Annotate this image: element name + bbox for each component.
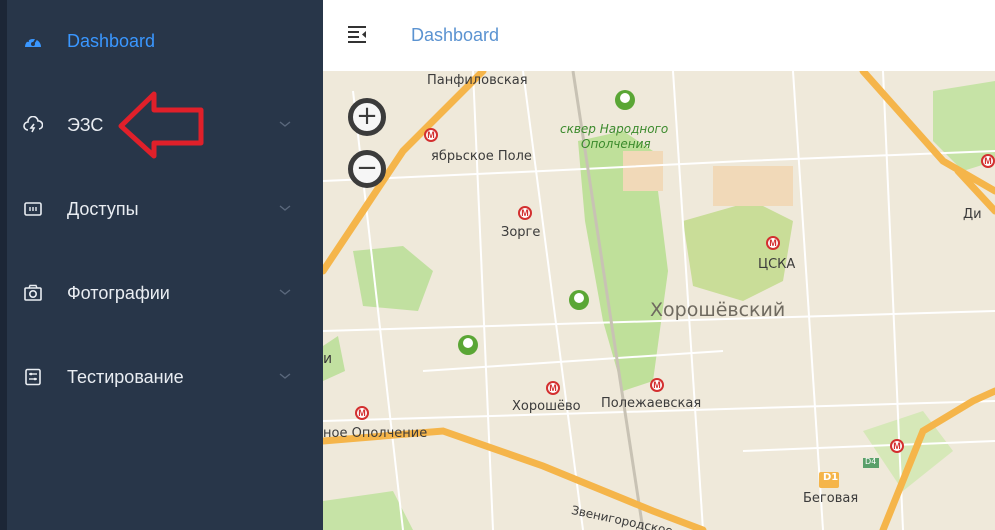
metro-icon: M (650, 378, 664, 392)
map-label-edge: и (323, 351, 333, 367)
chevron-down-icon (277, 368, 293, 384)
sidebar-item-access[interactable]: Доступы (7, 189, 323, 229)
menu-fold-icon[interactable] (347, 25, 367, 43)
sidebar-item-label: Фотографии (67, 283, 170, 303)
metro-icon: M (518, 206, 532, 220)
annotation-arrow-icon (118, 91, 204, 159)
dashboard-icon (23, 31, 43, 51)
header-bar: Dashboard (323, 0, 995, 72)
zoom-out-label: − (356, 153, 378, 184)
chevron-down-icon (277, 200, 293, 216)
metro-icon: M (546, 381, 560, 395)
map-view[interactable]: M M M M M M M M Панфиловская ябрьское По… (323, 71, 995, 530)
map-label-panfilovskaya: Панфиловская (427, 73, 528, 88)
map-label-skver-1: сквер Народного (560, 122, 669, 136)
park-tree-icon (569, 290, 589, 310)
map-label-cska: ЦСКА (758, 257, 796, 272)
map-label-khoroshevo: Хорошёво (512, 399, 581, 414)
metro-icon: M (424, 128, 438, 142)
access-card-icon (23, 199, 43, 219)
metro-icon: M (766, 236, 780, 250)
sidebar-item-label: ЭЗС (67, 115, 104, 135)
map-label-oktyabrskoe-pole: ябрьское Поле (431, 149, 532, 164)
block-area (713, 166, 793, 206)
sidebar: Dashboard ЭЗС Доступы Фотографии Тестиро… (0, 0, 323, 530)
testing-icon (23, 367, 43, 387)
metro-icon: M (890, 439, 904, 453)
sidebar-item-testing[interactable]: Тестирование (7, 357, 323, 397)
park-tree-icon (615, 90, 635, 110)
zoom-in-label: + (356, 101, 378, 132)
sidebar-item-dashboard[interactable]: Dashboard (7, 21, 323, 61)
map-label-khoroshevsky: Хорошёвский (650, 299, 786, 321)
charging-cloud-icon (23, 115, 43, 135)
d1-label: D1 (823, 472, 839, 483)
sidebar-item-photos[interactable]: Фотографии (7, 273, 323, 313)
sidebar-item-label: Тестирование (67, 367, 184, 387)
sidebar-item-label: Доступы (67, 199, 139, 219)
zoom-in-button[interactable]: + (348, 98, 386, 136)
map-label-opolchenie: ное Ополчение (323, 426, 428, 441)
map-label-polezhaevskaya: Полежаевская (601, 396, 702, 411)
map-label-begovaya: Беговая (803, 491, 859, 506)
camera-icon (23, 283, 43, 303)
sidebar-edge (0, 0, 7, 530)
page-title: Dashboard (411, 25, 500, 45)
chevron-down-icon (277, 116, 293, 132)
map-label-skver-2: Ополчения (581, 137, 651, 151)
zoom-out-button[interactable]: − (348, 150, 386, 188)
sidebar-item-label: Dashboard (67, 31, 156, 51)
metro-icon: M (981, 154, 995, 168)
block-area (623, 151, 663, 191)
park-tree-icon (458, 335, 478, 355)
map-label-din: Ди (963, 207, 982, 222)
map-label-zorge: Зорге (501, 225, 541, 240)
d4-label: D4 (865, 457, 877, 466)
metro-icon: M (355, 406, 369, 420)
chevron-down-icon (277, 284, 293, 300)
